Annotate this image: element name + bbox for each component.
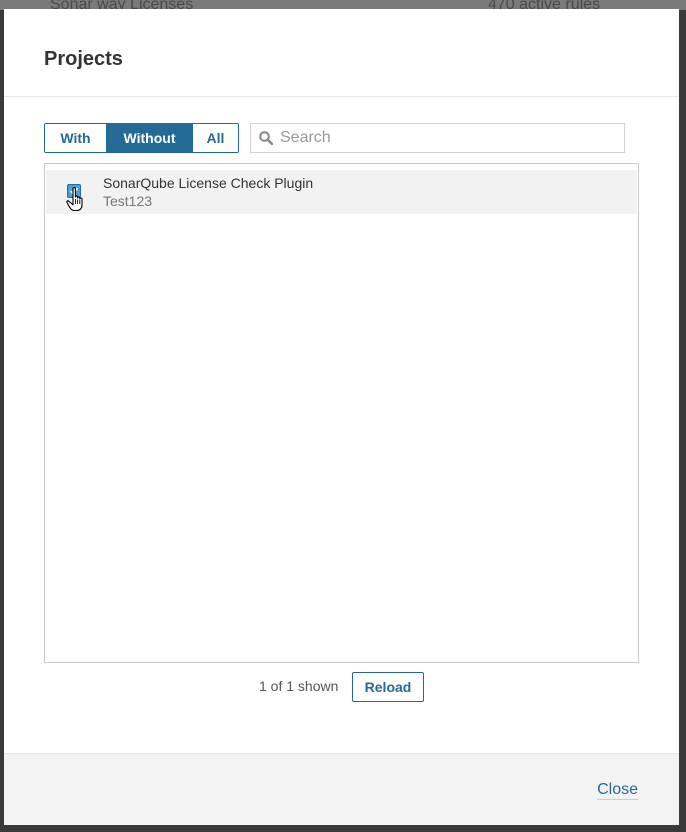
list-item[interactable]: SonarQube License Check Plugin Test123: [46, 170, 637, 214]
reload-button[interactable]: Reload: [352, 672, 424, 702]
filter-with-button[interactable]: With: [45, 124, 106, 152]
filter-without-button[interactable]: Without: [106, 124, 192, 152]
modal-title: Projects: [44, 48, 123, 70]
projects-modal: Projects With Without All SonarQub: [4, 9, 679, 825]
search-input[interactable]: [280, 127, 610, 149]
project-key: Test123: [103, 193, 153, 209]
project-name: SonarQube License Check Plugin: [103, 175, 314, 191]
shown-count: 1 of 1 shown: [259, 678, 339, 694]
filter-toggle-group: With Without All: [44, 123, 239, 153]
close-link[interactable]: Close: [597, 781, 638, 800]
search-box: [250, 123, 625, 153]
search-icon: [259, 131, 273, 145]
filter-all-button[interactable]: All: [192, 124, 238, 152]
modal-footer: Close: [4, 753, 679, 825]
project-list: SonarQube License Check Plugin Test123: [44, 163, 639, 663]
hand-cursor-icon: [66, 186, 83, 212]
modal-header: Projects: [4, 9, 679, 97]
